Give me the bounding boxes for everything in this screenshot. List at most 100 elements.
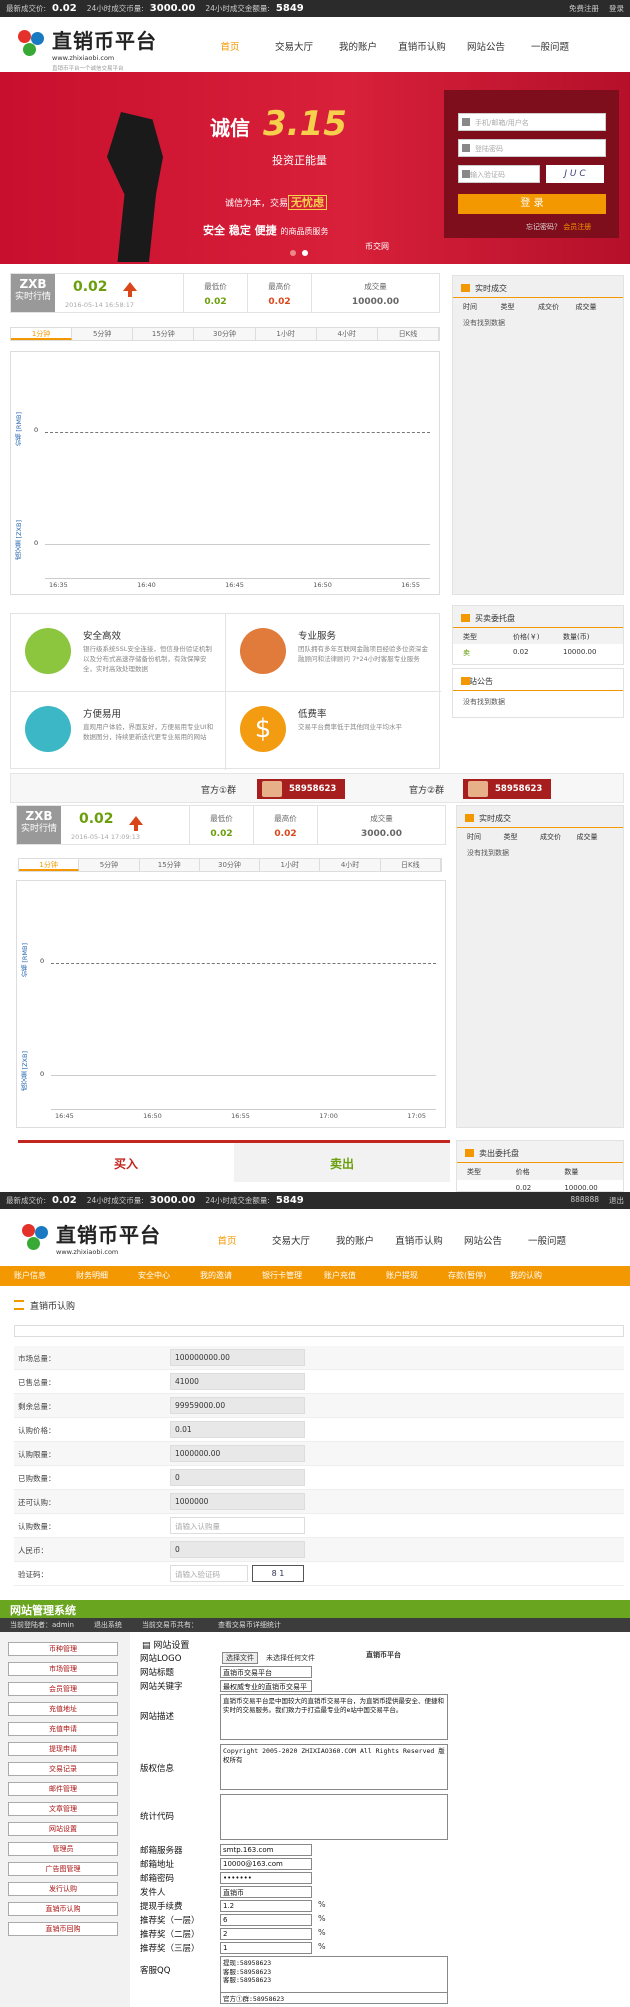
subscribe-captcha-input[interactable]: 请输入验证码: [170, 1565, 248, 1582]
stats-code-textarea[interactable]: [220, 1794, 448, 1840]
admin-menu-item[interactable]: 直销币回购: [8, 1922, 118, 1936]
login-button[interactable]: 登 录: [458, 194, 606, 214]
tab-4h[interactable]: 4小时: [317, 328, 378, 340]
admin-menu-item[interactable]: 币种管理: [8, 1642, 118, 1656]
menu-withdraw[interactable]: 账户提现: [386, 1266, 448, 1286]
nav-faq[interactable]: 一般问题: [518, 39, 582, 53]
fee-input[interactable]: 1.2: [220, 1900, 312, 1912]
admin-menu-item[interactable]: 管理员: [8, 1842, 118, 1856]
kline-chart-2[interactable]: 价格 [RMB] 成交量 [ZXB] 0 0 16:45 16:50 16:55 17…: [16, 880, 446, 1128]
kline-chart[interactable]: 价格 [RMB] 成交量 [ZXB] 0 0 16:35 16:40 16:45 16…: [10, 351, 440, 595]
tab-daily[interactable]: 日K线: [378, 328, 439, 340]
tab-30min[interactable]: 30分钟: [194, 328, 256, 340]
menu-account-info[interactable]: 账户信息: [14, 1266, 76, 1286]
menu-security[interactable]: 安全中心: [138, 1266, 200, 1286]
password-input[interactable]: 登陆密码: [458, 139, 606, 157]
reward2-input[interactable]: 2: [220, 1928, 312, 1940]
tab-daily[interactable]: 日K线: [381, 859, 441, 871]
admin-menu-item[interactable]: 交易记录: [8, 1762, 118, 1776]
admin-menu-item[interactable]: 充值地址: [8, 1702, 118, 1716]
menu-recharge[interactable]: 账户充值: [324, 1266, 386, 1286]
captcha-image[interactable]: J U C: [546, 165, 604, 183]
admin-menu-item[interactable]: 网站设置: [8, 1822, 118, 1836]
nav-home[interactable]: 首页: [198, 39, 262, 53]
notice-title: 网站公告: [453, 669, 623, 691]
site-logo-2[interactable]: 直销币平台 www.zhixiaobi.com: [22, 1219, 161, 1256]
tab-1min[interactable]: 1分钟: [19, 859, 80, 871]
carousel-dots[interactable]: [290, 250, 308, 256]
site-title-input[interactable]: 直销币交易平台: [220, 1666, 312, 1678]
quantity-input[interactable]: 请输入认购量: [170, 1517, 305, 1534]
email-input[interactable]: 10000@163.com: [220, 1858, 312, 1870]
description-textarea[interactable]: 直销币交易平台是中国较大的直销币交易平台，为直销币提供最安全、便捷和实时的交易服…: [220, 1694, 448, 1740]
orderbook-row[interactable]: 卖 0.02 10000.00: [453, 644, 623, 658]
admin-menu-item[interactable]: 邮件管理: [8, 1782, 118, 1796]
nav-account[interactable]: 我的账户: [323, 1233, 387, 1247]
tab-1h[interactable]: 1小时: [260, 859, 321, 871]
menu-finance[interactable]: 财务明细: [76, 1266, 138, 1286]
forgot-password-link[interactable]: 忘记密码？: [526, 223, 561, 231]
nav-trade[interactable]: 交易大厅: [259, 1233, 323, 1247]
menu-bankcard[interactable]: 银行卡管理: [262, 1266, 324, 1286]
captcha-input[interactable]: 请输入验证码: [458, 165, 540, 183]
hero-brand: 币交网: [365, 242, 389, 251]
username-input[interactable]: 手机/邮箱/用户名: [458, 113, 606, 131]
hero-date: 3.15: [263, 104, 347, 144]
admin-logout-link[interactable]: 退出系统: [94, 1620, 122, 1630]
register-link-2[interactable]: 会员注册: [563, 223, 591, 231]
copyright-textarea[interactable]: Copyright 2005-2020 ZHIXIAO360.COM All R…: [220, 1744, 448, 1790]
menu-deposit[interactable]: 存款(暂停): [448, 1266, 510, 1286]
reward3-input[interactable]: 1: [220, 1942, 312, 1954]
tab-4h[interactable]: 4小时: [320, 859, 381, 871]
nav-home[interactable]: 首页: [195, 1233, 259, 1247]
nav-faq[interactable]: 一般问题: [515, 1233, 579, 1247]
qq-group-textarea[interactable]: 官方①群:58958623: [220, 1992, 448, 2004]
qq-group-1-button[interactable]: 58958623: [257, 779, 345, 799]
admin-menu-item[interactable]: 提现申请: [8, 1742, 118, 1756]
tab-5min[interactable]: 5分钟: [72, 328, 134, 340]
nav-trade[interactable]: 交易大厅: [262, 39, 326, 53]
tab-15min[interactable]: 15分钟: [140, 859, 200, 871]
site-logo[interactable]: 直销币平台 www.zhixiaobi.com: [18, 25, 157, 62]
tab-15min[interactable]: 15分钟: [133, 328, 195, 340]
nav-subscribe[interactable]: 直销币认购: [390, 39, 454, 53]
admin-menu-item[interactable]: 发行认购: [8, 1882, 118, 1896]
logout-link[interactable]: 退出: [609, 1195, 624, 1206]
admin-menu-item[interactable]: 广告图管理: [8, 1862, 118, 1876]
tab-1h[interactable]: 1小时: [256, 328, 317, 340]
nav-account[interactable]: 我的账户: [326, 39, 390, 53]
tab-5min[interactable]: 5分钟: [79, 859, 140, 871]
hero-title: 诚信: [210, 116, 250, 140]
login-link[interactable]: 登录: [609, 3, 624, 14]
admin-menu-item[interactable]: 会员管理: [8, 1682, 118, 1696]
tab-sell[interactable]: 卖出: [234, 1143, 450, 1182]
admin-menu-item[interactable]: 文章管理: [8, 1802, 118, 1816]
smtp-input[interactable]: smtp.163.com: [220, 1844, 312, 1856]
admin-menu-item[interactable]: 充值申请: [8, 1722, 118, 1736]
tab-buy[interactable]: 买入: [18, 1143, 234, 1182]
admin-menu-item[interactable]: 市场管理: [8, 1662, 118, 1676]
sender-input[interactable]: 直销币: [220, 1886, 312, 1898]
reward1-input[interactable]: 6: [220, 1914, 312, 1926]
subscribe-captcha-image[interactable]: 8 1: [252, 1565, 304, 1582]
keywords-input[interactable]: 最权威专业的直销币交易平台: [220, 1680, 312, 1692]
menu-invite[interactable]: 我的邀请: [200, 1266, 262, 1286]
menu-my-subscribe[interactable]: 我的认购: [510, 1266, 572, 1286]
feature-service: 专业服务 团队拥有多年互联网金融项目经验多位资深金融顾问和法律顾问 7*24小时客…: [226, 614, 441, 692]
choose-file-button[interactable]: 选择文件: [222, 1652, 258, 1664]
nav-notice[interactable]: 网站公告: [454, 39, 518, 53]
tab-30min[interactable]: 30分钟: [200, 859, 261, 871]
sell-orderbook-row[interactable]: 0.02 10000.00: [457, 1180, 623, 1192]
feature-lowfee: $ 低费率 交易平台费率低于其他同业平均水平: [226, 692, 441, 770]
admin-menu-item[interactable]: 直销币认购: [8, 1902, 118, 1916]
qq-group-2-button[interactable]: 58958623: [463, 779, 551, 799]
username-link[interactable]: 888888: [570, 1195, 599, 1206]
nav-notice[interactable]: 网站公告: [451, 1233, 515, 1247]
register-link[interactable]: 免费注册: [569, 3, 599, 14]
nav-subscribe[interactable]: 直销币认购: [387, 1233, 451, 1247]
tab-1min[interactable]: 1分钟: [11, 328, 73, 340]
trades-empty: 没有找到数据: [463, 319, 505, 327]
volume-axis-label: 成交量 [ZXB]: [21, 1051, 29, 1092]
email-password-input[interactable]: •••••••: [220, 1872, 312, 1884]
admin-detail-link[interactable]: 查看交易币详细统计: [218, 1620, 281, 1630]
